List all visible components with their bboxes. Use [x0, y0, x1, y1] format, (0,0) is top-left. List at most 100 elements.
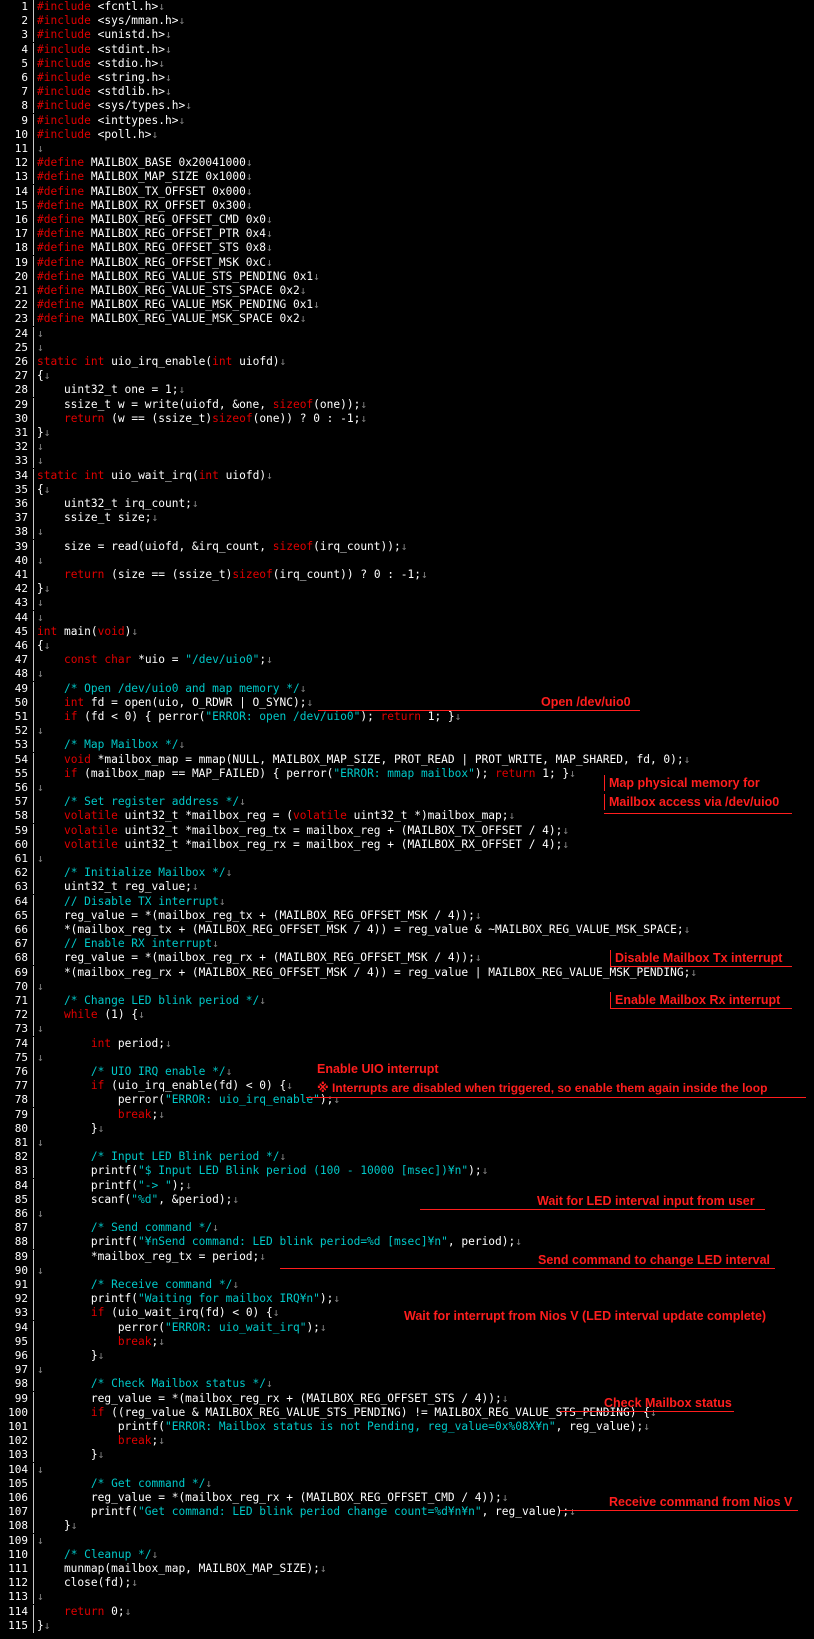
code-line[interactable]: 45 int main(void)↓ — [0, 624, 814, 639]
code-line[interactable]: 4 #include <stdint.h>↓ — [0, 42, 814, 57]
code-line[interactable]: 82 /* Input LED Blink period */↓ — [0, 1150, 814, 1165]
code-line[interactable]: 10 #include <poll.h>↓ — [0, 127, 814, 142]
code-line[interactable]: 44 ↓ — [0, 610, 814, 625]
code-line[interactable]: 66 *(mailbox_reg_tx + (MAILBOX_REG_OFFSE… — [0, 923, 814, 937]
code-line[interactable]: 38 ↓ — [0, 525, 814, 540]
code-line[interactable]: 74 int period;↓ — [0, 1036, 814, 1051]
code-line[interactable]: 97 ↓ — [0, 1363, 814, 1378]
code-line[interactable]: 48 ↓ — [0, 667, 814, 682]
code-line[interactable]: 46 {↓ — [0, 639, 814, 653]
code-line[interactable]: 109 ↓ — [0, 1533, 814, 1548]
code-line[interactable]: 115}↓ — [0, 1618, 814, 1633]
code-line[interactable]: 103 }↓ — [0, 1448, 814, 1463]
code-line[interactable]: 111 munmap(mailbox_map, MAILBOX_MAP_SIZE… — [0, 1562, 814, 1576]
code-line[interactable]: 9 #include <inttypes.h>↓ — [0, 113, 814, 128]
code-line[interactable]: 32 ↓ — [0, 440, 814, 455]
code-line[interactable]: 36 uint32_t irq_count;↓ — [0, 497, 814, 511]
code-line[interactable]: 81 ↓ — [0, 1136, 814, 1150]
code-line[interactable]: 54 void *mailbox_map = mmap(NULL, MAILBO… — [0, 752, 814, 767]
code-line[interactable]: 80 }↓ — [0, 1121, 814, 1136]
code-line[interactable]: 29 ssize_t w = write(uiofd, &one, sizeof… — [0, 397, 814, 412]
code-line[interactable]: 88 printf("¥nSend command: LED blink per… — [0, 1235, 814, 1250]
code-line[interactable]: 17 #define MAILBOX_REG_OFFSET_PTR 0x4↓ — [0, 227, 814, 242]
code-line[interactable]: 59 volatile uint32_t *mailbox_reg_tx = m… — [0, 823, 814, 838]
code-line[interactable]: 110 /* Cleanup */↓ — [0, 1547, 814, 1562]
code-line[interactable]: 22 #define MAILBOX_REG_VALUE_MSK_PENDING … — [0, 298, 814, 313]
code-line[interactable]: 51 if (fd < 0) { perror("ERROR: open /de… — [0, 710, 814, 724]
code-line[interactable]: 61 ↓ — [0, 852, 814, 866]
code-line[interactable]: 37 ssize_t size;↓ — [0, 511, 814, 526]
code-line[interactable]: 63 uint32_t reg_value;↓ — [0, 880, 814, 895]
code-line[interactable]: 14 #define MAILBOX_TX_OFFSET 0x000↓ — [0, 184, 814, 199]
code-line[interactable]: 27 {↓ — [0, 369, 814, 384]
code-line[interactable]: 30 return (w == (ssize_t)sizeof(one)) ? … — [0, 411, 814, 426]
line-number: 42 — [14, 582, 28, 596]
code-line[interactable]: 73 ↓ — [0, 1022, 814, 1037]
code-line[interactable]: 16 #define MAILBOX_REG_OFFSET_CMD 0x0↓ — [0, 213, 814, 227]
code-line[interactable]: 2 #include <sys/mman.h>↓ — [0, 14, 814, 29]
code-line[interactable]: 79 break;↓ — [0, 1107, 814, 1122]
code-line[interactable]: 98 /* Check Mailbox status */↓ — [0, 1377, 814, 1392]
code-line[interactable]: 28 uint32_t one = 1;↓ — [0, 383, 814, 398]
code-line[interactable]: 91 /* Receive command */↓ — [0, 1278, 814, 1292]
code-line[interactable]: 102 break;↓ — [0, 1434, 814, 1449]
code-line[interactable]: 64 // Disable TX interrupt↓ — [0, 894, 814, 909]
code-line[interactable]: 53 /* Map Mailbox */↓ — [0, 738, 814, 753]
code-line[interactable]: 25 ↓ — [0, 340, 814, 355]
code-line[interactable]: 33 ↓ — [0, 454, 814, 469]
code-line[interactable]: 3 #include <unistd.h>↓ — [0, 28, 814, 43]
code-line[interactable]: 39 size = read(uiofd, &irq_count, sizeof… — [0, 539, 814, 554]
code-line[interactable]: 84 printf("-> ");↓ — [0, 1178, 814, 1193]
code-line[interactable]: 95 break;↓ — [0, 1334, 814, 1349]
code-line[interactable]: 23 #define MAILBOX_REG_VALUE_MSK_SPACE 0x… — [0, 312, 814, 327]
code-line[interactable]: 26 static int uio_irq_enable(int uiofd)↓ — [0, 355, 814, 369]
code-line[interactable]: 8 #include <sys/types.h>↓ — [0, 99, 814, 114]
code-line[interactable]: 58 volatile uint32_t *mailbox_reg = (vol… — [0, 809, 814, 824]
code-line[interactable]: 19 #define MAILBOX_REG_OFFSET_MSK 0xC↓ — [0, 255, 814, 270]
code-text: ↓ — [37, 553, 44, 567]
code-line[interactable]: 69 *(mailbox_reg_rx + (MAILBOX_REG_OFFSE… — [0, 965, 814, 980]
code-line[interactable]: 83 printf("$ Input LED Blink period (100… — [0, 1164, 814, 1179]
gutter-separator — [33, 1235, 34, 1250]
code-line[interactable]: 104 ↓ — [0, 1462, 814, 1477]
code-line[interactable]: 11 ↓ — [0, 142, 814, 156]
code-line[interactable]: 112 close(fd);↓ — [0, 1576, 814, 1591]
code-line[interactable]: 34 static int uio_wait_irq(int uiofd)↓ — [0, 468, 814, 483]
code-line[interactable]: 6 #include <string.h>↓ — [0, 71, 814, 85]
code-line[interactable]: 60 volatile uint32_t *mailbox_reg_rx = m… — [0, 837, 814, 852]
code-line[interactable]: 35 {↓ — [0, 482, 814, 497]
code-line[interactable]: 1 #include <fcntl.h>↓ — [0, 0, 814, 14]
code-editor[interactable]: 1 #include <fcntl.h>↓ 2 #include <sys/mman.… — [0, 0, 814, 1639]
code-line[interactable]: 113 ↓ — [0, 1590, 814, 1605]
code-line[interactable]: 52 ↓ — [0, 724, 814, 739]
code-line[interactable]: 31}↓ — [0, 426, 814, 440]
code-line[interactable]: 43 ↓ — [0, 596, 814, 611]
code-line[interactable]: 50 int fd = open(uio, O_RDWR | O_SYNC);↓ — [0, 695, 814, 710]
code-line[interactable]: 21 #define MAILBOX_REG_VALUE_STS_SPACE 0x… — [0, 284, 814, 298]
code-line[interactable]: 20 #define MAILBOX_REG_VALUE_STS_PENDING … — [0, 269, 814, 284]
code-line[interactable]: 96 }↓ — [0, 1349, 814, 1363]
code-line[interactable]: 47 const char *uio = "/dev/uio0";↓ — [0, 653, 814, 668]
code-line[interactable]: 108 }↓ — [0, 1519, 814, 1534]
code-line[interactable]: 15 #define MAILBOX_RX_OFFSET 0x300↓ — [0, 198, 814, 213]
code-text: #define MAILBOX_BASE 0x20041000↓ — [37, 156, 253, 170]
code-line[interactable]: 13 #define MAILBOX_MAP_SIZE 0x1000↓ — [0, 170, 814, 185]
code-line[interactable]: 87 /* Send command */↓ — [0, 1221, 814, 1236]
code-line[interactable]: 42}↓ — [0, 582, 814, 597]
code-line[interactable]: 5 #include <stdio.h>↓ — [0, 56, 814, 71]
code-line[interactable]: 65 reg_value = *(mailbox_reg_tx + (MAILB… — [0, 908, 814, 923]
code-line[interactable]: 41 return (size == (ssize_t)sizeof(irq_c… — [0, 568, 814, 582]
code-line[interactable]: 12 #define MAILBOX_BASE 0x20041000↓ — [0, 156, 814, 171]
code-line[interactable]: 105 /* Get command */↓ — [0, 1476, 814, 1491]
code-line[interactable]: 114 return 0;↓ — [0, 1604, 814, 1619]
code-line[interactable]: 18 #define MAILBOX_REG_OFFSET_STS 0x8↓ — [0, 241, 814, 256]
code-line[interactable]: 92 printf("Waiting for mailbox IRQ¥n");↓ — [0, 1292, 814, 1307]
code-line[interactable]: 7 #include <stdlib.h>↓ — [0, 85, 814, 100]
code-line[interactable]: 40 ↓ — [0, 553, 814, 568]
code-line[interactable]: 101 printf("ERROR: Mailbox status is not… — [0, 1420, 814, 1434]
code-line[interactable]: 62 /* Initialize Mailbox */↓ — [0, 866, 814, 881]
code-line[interactable]: 49 /* Open /dev/uio0 and map memory */↓ — [0, 681, 814, 696]
gutter-separator — [33, 596, 34, 611]
code-line[interactable]: 72 while (1) {↓ — [0, 1008, 814, 1023]
code-line[interactable]: 24 ↓ — [0, 326, 814, 341]
